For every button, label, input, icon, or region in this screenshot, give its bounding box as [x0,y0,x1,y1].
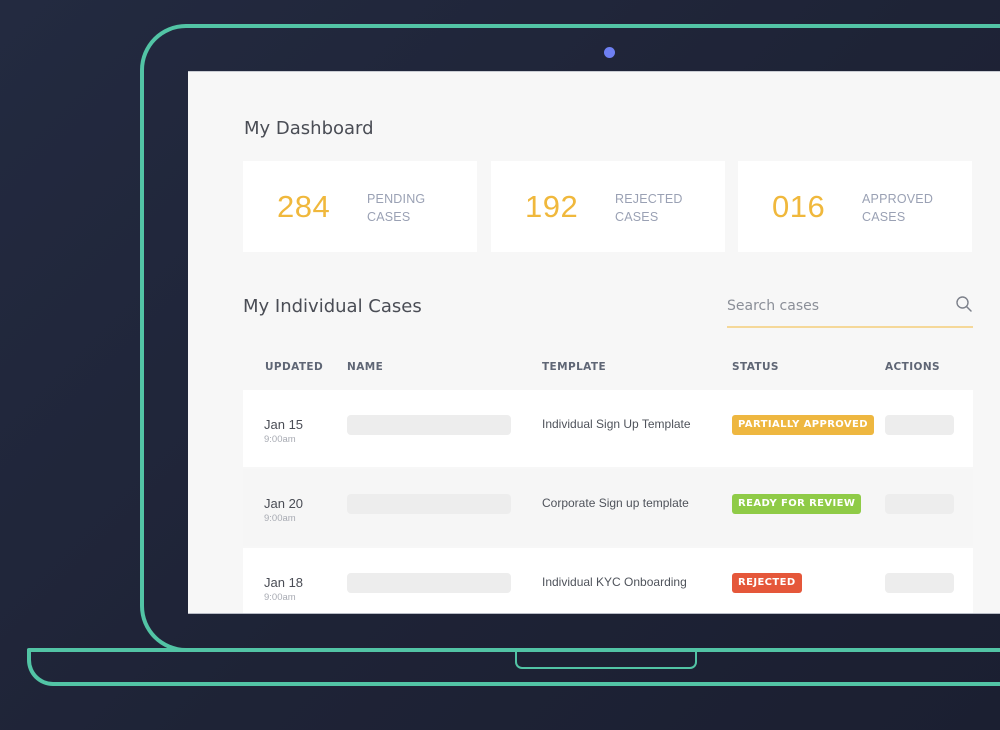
stat-label: APPROVED CASES [862,190,933,226]
actions-button[interactable] [885,494,954,514]
table-row[interactable]: Jan 15 9:00am Individual Sign Up Templat… [243,390,973,467]
table-row[interactable]: Jan 18 9:00am Individual KYC Onboarding … [243,548,973,613]
status-badge: READY FOR REVIEW [732,494,862,514]
stat-card-pending[interactable]: 284 PENDING CASES [243,161,477,252]
status-badge: REJECTED [732,573,802,593]
actions-button[interactable] [885,573,954,593]
stat-label-line1: APPROVED [862,192,934,206]
stat-label: REJECTED CASES [615,190,683,226]
stat-label-line2: CASES [615,210,659,224]
laptop-screen: My Dashboard 284 PENDING CASES 192 REJEC… [188,71,1000,614]
search-input[interactable] [727,294,942,318]
laptop-base-outline [27,648,1000,686]
search-icon[interactable] [955,295,973,313]
stat-value: 192 [525,189,579,224]
name-placeholder [347,573,511,593]
row-template: Individual Sign Up Template [542,417,691,431]
row-template: Corporate Sign up template [542,496,689,510]
stat-card-approved[interactable]: 016 APPROVED CASES [738,161,972,252]
stat-card-rejected[interactable]: 192 REJECTED CASES [491,161,725,252]
column-header-template[interactable]: TEMPLATE [542,361,606,373]
search-field[interactable] [727,290,973,328]
cases-section-title: My Individual Cases [243,296,422,317]
row-time: 9:00am [264,592,296,603]
status-badge: PARTIALLY APPROVED [732,415,874,435]
actions-button[interactable] [885,415,954,435]
name-placeholder [347,494,511,514]
column-header-status[interactable]: STATUS [732,361,779,373]
stat-value: 016 [772,189,826,224]
column-header-updated[interactable]: UPDATED [265,361,323,373]
stat-label: PENDING CASES [367,190,425,226]
dashboard-title: My Dashboard [244,118,374,139]
row-date: Jan 18 [264,575,304,590]
row-date: Jan 20 [264,496,304,511]
row-date: Jan 15 [264,417,304,432]
row-template: Individual KYC Onboarding [542,575,687,589]
stat-value: 284 [277,189,331,224]
row-time: 9:00am [264,513,296,524]
column-header-name[interactable]: NAME [347,361,383,373]
name-placeholder [347,415,511,435]
column-header-actions[interactable]: ACTIONS [885,361,940,373]
stat-label-line2: CASES [862,210,906,224]
row-time: 9:00am [264,434,296,445]
stat-label-line1: REJECTED [615,192,683,206]
table-row[interactable]: Jan 20 9:00am Corporate Sign up template… [243,469,973,546]
camera-dot [604,47,615,58]
laptop-base-notch [515,651,697,669]
stat-label-line2: CASES [367,210,411,224]
stat-label-line1: PENDING [367,192,426,206]
